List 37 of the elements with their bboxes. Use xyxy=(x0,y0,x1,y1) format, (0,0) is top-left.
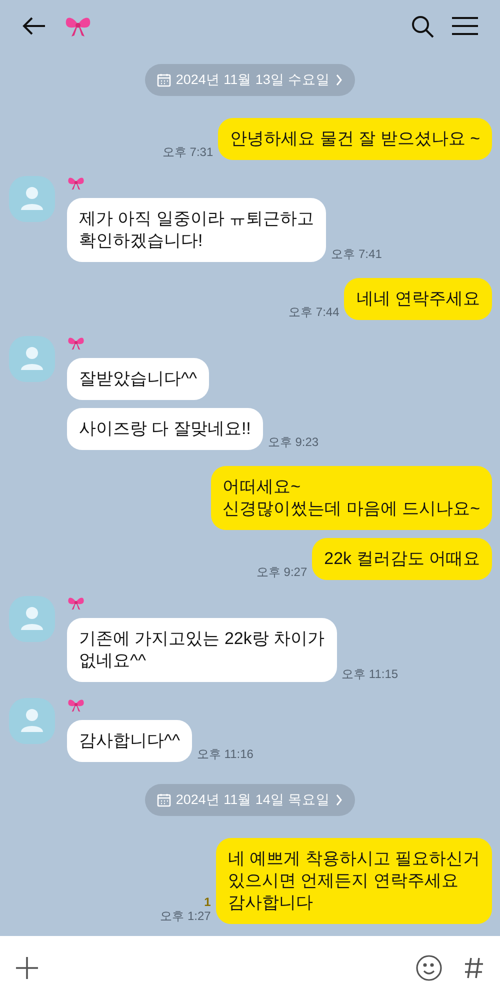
date-text: 2024년 11월 14일 목요일 xyxy=(176,790,330,809)
input-bar[interactable] xyxy=(0,936,500,1000)
date-text: 2024년 11월 13일 수요일 xyxy=(176,70,330,89)
message-bubble[interactable]: 기존에 가지고있는 22k랑 차이가 없네요^^ xyxy=(67,618,337,682)
message-time: 오후 9:23 xyxy=(268,435,319,449)
hashtag-icon[interactable] xyxy=(464,957,484,979)
message-bubble[interactable]: 사이즈랑 다 잘맞네요!! xyxy=(67,408,263,450)
message-time: 오후 9:27 xyxy=(256,565,308,579)
bow-icon xyxy=(67,176,85,190)
unread-count: 1 xyxy=(204,896,211,909)
bow-icon xyxy=(67,336,85,350)
message-bubble[interactable]: 제가 아직 일중이라 ㅠ퇴근하고 확인하겠습니다! xyxy=(67,198,326,262)
bow-icon xyxy=(67,698,85,712)
calendar-icon xyxy=(156,793,171,807)
message-bubble[interactable]: 어떠세요~ 신경많이썼는데 마음에 드시나요~ xyxy=(210,466,492,530)
emoji-icon[interactable] xyxy=(416,955,442,981)
message-time: 오후 11:16 xyxy=(196,747,254,761)
message-time: 오후 7:44 xyxy=(288,305,340,319)
message-time: 오후 7:41 xyxy=(331,247,382,261)
bow-icon xyxy=(64,14,92,38)
search-icon[interactable] xyxy=(411,14,434,38)
message-bubble[interactable]: 네 예쁘게 착용하시고 필요하신거 있으시면 언제든지 연락주세요 감사합니다 xyxy=(216,838,492,924)
message-bubble[interactable]: 감사합니다^^ xyxy=(67,720,192,762)
message-time: 오후 7:31 xyxy=(162,145,214,159)
back-icon[interactable] xyxy=(22,16,46,36)
chevron-right-icon xyxy=(335,794,344,806)
chevron-right-icon xyxy=(335,74,344,86)
bow-icon xyxy=(67,596,85,610)
calendar-icon xyxy=(156,73,171,87)
message-time: 오후 11:15 xyxy=(342,667,398,681)
message-bubble[interactable]: 안녕하세요 물건 잘 받으셨나요 ~ xyxy=(218,118,492,160)
plus-icon[interactable] xyxy=(16,957,38,979)
message-bubble[interactable]: 22k 컬러감도 어때요 xyxy=(312,538,492,580)
menu-icon[interactable] xyxy=(452,16,478,36)
message-bubble[interactable]: 네네 연락주세요 xyxy=(344,278,492,320)
message-time: 오후 1:27 xyxy=(160,909,211,923)
message-bubble[interactable]: 잘받았습니다^^ xyxy=(67,358,209,400)
